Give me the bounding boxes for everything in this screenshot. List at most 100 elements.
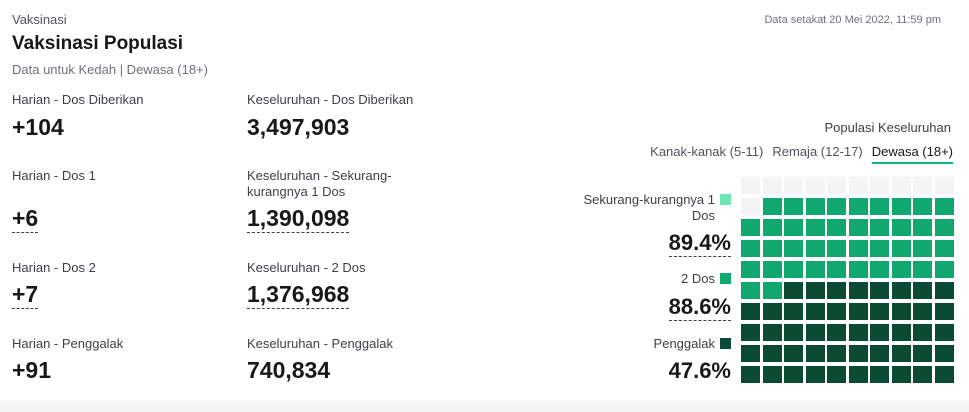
waffle-cell (827, 240, 846, 257)
waffle-cell (848, 282, 868, 299)
overall-booster-value: 740,834 (247, 357, 331, 383)
waffle-cell (870, 198, 889, 215)
waffle-cell (934, 177, 954, 194)
waffle-cell (913, 177, 932, 194)
legend-booster-swatch (720, 338, 731, 349)
overall-doses-label: Keseluruhan - Dos Diberikan (247, 92, 414, 107)
daily-dose1-value[interactable]: +6 (12, 205, 39, 233)
daily-dose2-value[interactable]: +7 (12, 281, 39, 309)
waffle-cell (827, 261, 846, 278)
waffle-cell (805, 282, 825, 299)
waffle-cell (848, 198, 868, 215)
waffle-cell (762, 366, 782, 383)
legend-dose2-label: 2 Dos (681, 271, 715, 286)
waffle-cell (870, 240, 889, 257)
overall-booster-label: Keseluruhan - Penggalak (247, 336, 393, 351)
waffle-cell (784, 219, 803, 236)
vaccination-waffle-chart (741, 177, 955, 388)
waffle-cell (891, 282, 911, 299)
waffle-cell (870, 345, 889, 362)
overall-dose1-value[interactable]: 1,390,098 (247, 205, 350, 233)
overall-dose1-label: Keseluruhan - Sekurang-kurangnya 1 Dos (247, 168, 392, 199)
waffle-cell (891, 240, 911, 257)
waffle-cell (848, 177, 868, 194)
waffle-cell (805, 366, 825, 383)
waffle-cell (741, 219, 760, 236)
tab-remaja[interactable]: Remaja (12-17) (772, 144, 862, 164)
waffle-cell (827, 282, 846, 299)
waffle-cell (827, 303, 846, 320)
tab-dewasa[interactable]: Dewasa (18+) (871, 144, 953, 164)
waffle-cell (827, 219, 846, 236)
overall-dose2-value[interactable]: 1,376,968 (247, 281, 350, 309)
waffle-cell (805, 198, 825, 215)
waffle-cell (784, 177, 803, 194)
waffle-cell (784, 324, 803, 341)
page-title: Vaksinasi Populasi (12, 33, 184, 54)
waffle-cell (934, 345, 954, 362)
waffle-cell (762, 240, 782, 257)
daily-dose2-label: Harian - Dos 2 (12, 260, 96, 275)
waffle-cell (784, 240, 803, 257)
waffle-cell (870, 177, 889, 194)
waffle-cell (784, 261, 803, 278)
waffle-cell (827, 177, 846, 194)
waffle-cell (762, 303, 782, 320)
legend-booster-label: Penggalak (653, 336, 715, 351)
waffle-cell (784, 303, 803, 320)
daily-doses-label: Harian - Dos Diberikan (12, 92, 144, 107)
waffle-cell (762, 261, 782, 278)
waffle-cell (913, 303, 932, 320)
population-header: Populasi Keseluruhan (824, 120, 951, 135)
waffle-cell (741, 324, 760, 341)
waffle-cell (870, 219, 889, 236)
waffle-cell (934, 219, 954, 236)
legend-booster: Penggalak (654, 336, 731, 352)
waffle-cell (891, 303, 911, 320)
daily-booster-value: +91 (12, 357, 52, 383)
waffle-cell (913, 282, 932, 299)
waffle-cell (805, 324, 825, 341)
waffle-cell (848, 240, 868, 257)
waffle-cell (827, 198, 846, 215)
waffle-cell (913, 240, 932, 257)
waffle-cell (913, 366, 932, 383)
waffle-cell (934, 198, 954, 215)
waffle-cell (741, 198, 760, 215)
waffle-cell (827, 366, 846, 383)
waffle-cell (913, 345, 932, 362)
data-timestamp: Data setakat 20 Mei 2022, 11:59 pm (764, 14, 941, 26)
waffle-cell (784, 345, 803, 362)
waffle-cell (891, 177, 911, 194)
legend-dose1: Sekurang-kurangnya 1 Dos (561, 192, 731, 224)
waffle-cell (891, 198, 911, 215)
waffle-cell (848, 345, 868, 362)
legend-dose2-pct[interactable]: 88.6% (668, 294, 731, 321)
waffle-cell (934, 261, 954, 278)
waffle-cell (762, 219, 782, 236)
waffle-cell (870, 261, 889, 278)
waffle-cell (805, 177, 825, 194)
waffle-cell (784, 282, 803, 299)
tab-kanak-kanak[interactable]: Kanak-kanak (5-11) (650, 144, 763, 164)
waffle-cell (891, 324, 911, 341)
page-subtitle: Data untuk Kedah | Dewasa (18+) (12, 62, 208, 77)
daily-booster-label: Harian - Penggalak (12, 336, 124, 351)
waffle-cell (805, 303, 825, 320)
waffle-cell (913, 324, 932, 341)
waffle-cell (934, 240, 954, 257)
waffle-cell (891, 219, 911, 236)
waffle-cell (848, 324, 868, 341)
waffle-cell (741, 177, 760, 194)
waffle-cell (934, 303, 954, 320)
overall-dose2-label: Keseluruhan - 2 Dos (247, 260, 366, 275)
waffle-cell (891, 261, 911, 278)
legend-dose1-pct[interactable]: 89.4% (668, 230, 731, 257)
daily-dose1-label: Harian - Dos 1 (12, 168, 96, 183)
waffle-cell (848, 303, 868, 320)
waffle-cell (741, 345, 760, 362)
waffle-cell (784, 198, 803, 215)
waffle-cell (784, 366, 803, 383)
waffle-cell (848, 219, 868, 236)
waffle-cell (762, 345, 782, 362)
